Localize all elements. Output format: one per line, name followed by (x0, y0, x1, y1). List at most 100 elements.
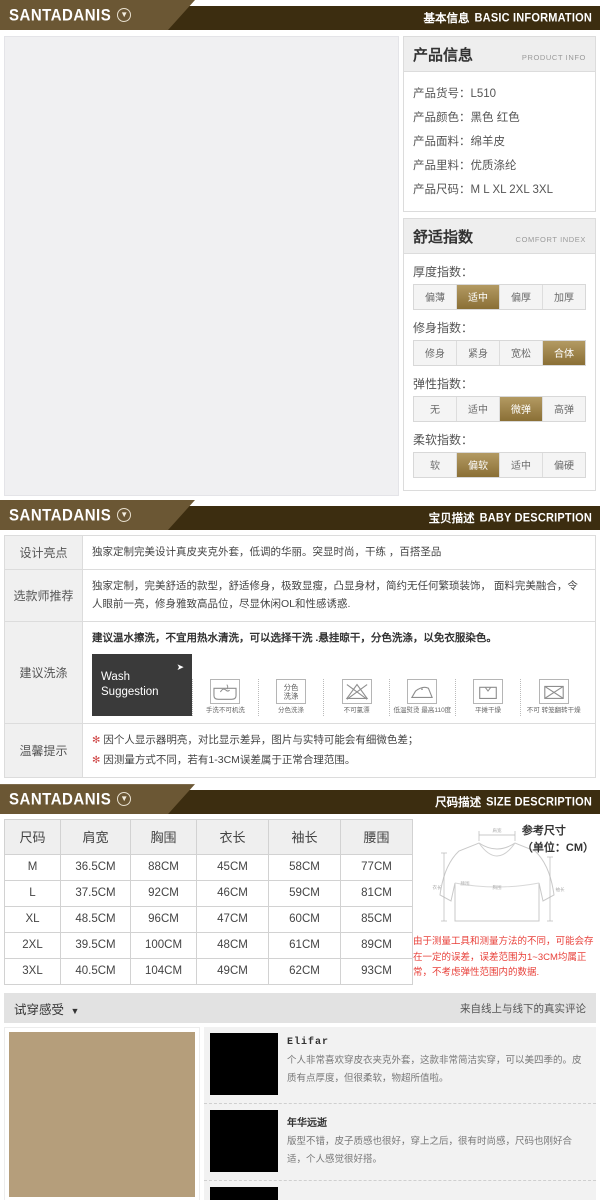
avatar (210, 1110, 278, 1173)
column-header-size: 尺码 (4, 819, 61, 856)
size-cell: 104CM (130, 958, 197, 986)
index-option[interactable]: 偏薄 (414, 285, 457, 309)
spec-value: 黑色 红色 (470, 112, 520, 124)
tip-line: ✻ 因个人显示器明亮，对比显示差异，图片与实特可能会有细微色差； (92, 731, 586, 751)
size-cell: M (4, 854, 61, 882)
index-option[interactable]: 适中 (457, 397, 500, 421)
wash-care-caption: 手洗不可机洗 (205, 707, 245, 715)
wash-care-caption: 不可 转笼翻转干燥 (526, 707, 581, 715)
reviews-title: 试穿感受 (14, 1002, 65, 1017)
index-option[interactable]: 修身 (414, 341, 457, 365)
index-label: 弹性指数： (413, 377, 474, 391)
spec-label: 产品里料： (413, 160, 471, 172)
section-title-en: SIZE DESCRIPTION (486, 795, 592, 809)
size-cell: 40.5CM (60, 958, 131, 986)
size-cell: 39.5CM (60, 932, 131, 960)
brand-tab[interactable]: SANTADANIS ▼ (0, 784, 195, 815)
spec-value: L510 (470, 88, 497, 100)
review-photo-fill (9, 1032, 195, 1198)
product-info-header: 产品信息 PRODUCT INFO (404, 37, 595, 72)
size-cell: 49CM (196, 958, 269, 986)
index-label: 柔软指数： (413, 433, 474, 447)
spec-value: 优质涤纶 (470, 160, 517, 172)
reviews-subtitle: 来自线上与线下的真实评论 (460, 1002, 586, 1015)
reviews-header[interactable]: 试穿感受 ▼ 来自线上与线下的真实评论 (4, 993, 596, 1024)
review-text-block: Elifar 个人非常喜欢穿皮衣夹克外套，这款非常简洁实穿，可以美四季的。皮质有… (287, 1033, 590, 1095)
reviews-body: Elifar 个人非常喜欢穿皮衣夹克外套，这款非常简洁实穿，可以美四季的。皮质有… (4, 1027, 596, 1200)
section-title-cn: 尺码描述 (435, 797, 482, 810)
size-section-body: 尺码 肩宽 胸围 衣长 袖长 腰围 M 36.5CM 88CM 45CM 58C… (4, 819, 596, 986)
index-option[interactable]: 无 (414, 397, 457, 421)
wash-care-item: 低温熨烫 最高110度 (389, 679, 455, 717)
index-option[interactable]: 宽松 (500, 341, 543, 365)
color-separate-wash-icon: 分色 洗涤 (276, 679, 306, 705)
wash-suggestion-button[interactable]: ➤ Wash Suggestion (92, 654, 192, 717)
spec-row: 产品货号：L510 (413, 81, 586, 105)
list-item: 年华远逝 版型不错，皮子质感也很好，穿上之后，很有时尚感，尺码也刚好合适，个人感… (204, 1104, 596, 1182)
brand-name: SANTADANIS (9, 5, 112, 25)
wash-care-caption: 平摊干燥 (475, 707, 502, 715)
wash-care-caption: 不可氯漂 (343, 707, 370, 715)
wash-care-item: 分色 洗涤 分色洗涤 (257, 679, 324, 717)
table-row: 建议洗涤 建议温水擦洗，不宜用热水清洗，可以选择干洗 .悬挂晾干，分色洗涤，以免… (4, 620, 596, 725)
index-option-selected[interactable]: 合体 (543, 341, 585, 365)
size-cell: 58CM (268, 854, 341, 882)
wash-lead-text: 建议温水擦洗，不宜用热水清洗，可以选择干洗 .悬挂晾干，分色洗涤，以免衣服染色。 (92, 631, 497, 644)
size-cell: 88CM (130, 854, 197, 882)
index-option-selected[interactable]: 微弹 (500, 397, 543, 421)
chevron-down-icon[interactable]: ▼ (117, 8, 132, 22)
brand-tab[interactable]: SANTADANIS ▼ (0, 0, 195, 30)
index-scale: 无 适中 微弹 高弹 (413, 396, 586, 422)
stylist-text: 独家定制，完美舒适的款型，舒适修身，极致显瘦，凸显身材，简约无任何繁琐装饰， 面… (82, 569, 596, 622)
index-option[interactable]: 高弹 (543, 397, 585, 421)
wash-care-item: 不可氯漂 (323, 679, 389, 717)
index-option[interactable]: 紧身 (457, 341, 500, 365)
section-title-baby-description: 宝贝描述 BABY DESCRIPTION (429, 506, 592, 530)
size-cell: 89CM (340, 932, 413, 960)
spec-row: 产品颜色：黑色 红色 (413, 105, 586, 129)
svg-text:衣长: 衣长 (433, 884, 442, 891)
tip-line: ✻ 因测量方式不同，若有1-3CM误差属于正常合理范围。 (92, 751, 586, 771)
chevron-down-icon[interactable]: ▼ (117, 792, 132, 807)
wash-care-item: 手洗不可机洗 (192, 679, 258, 717)
index-option[interactable]: 偏硬 (543, 453, 585, 477)
table-row: 设计亮点 独家定制完美设计真皮夹克外套，低调的华丽。突显时尚，干练 ，百搭圣品 (4, 535, 596, 570)
wash-cta-line2: Suggestion (101, 685, 159, 698)
size-cell: 100CM (130, 932, 197, 960)
size-cell: 60CM (268, 906, 341, 934)
caret-down-icon[interactable]: ▼ (71, 1006, 80, 1016)
tip-text: 因测量方式不同，若有1-3CM误差属于正常合理范围。 (103, 753, 356, 766)
brand-tab[interactable]: SANTADANIS ▼ (0, 500, 195, 530)
size-diagram-area: 肩宽 衣长 袖长 胸围 腰围 参考尺寸 （单位：CM） 由于测量工具和测量方法的… (413, 819, 596, 985)
brand-name: SANTADANIS (9, 789, 112, 809)
index-option-selected[interactable]: 适中 (457, 285, 500, 309)
index-option-selected[interactable]: 偏软 (457, 453, 500, 477)
index-option[interactable]: 加厚 (543, 285, 585, 309)
size-cell: 45CM (196, 854, 269, 882)
table-row: 2XL 39.5CM 100CM 48CM 61CM 89CM (4, 932, 413, 960)
wash-care-item: 平摊干燥 (454, 679, 521, 717)
size-cell: 61CM (268, 932, 341, 960)
chevron-down-icon[interactable]: ▼ (117, 508, 132, 522)
index-option[interactable]: 软 (414, 453, 457, 477)
section-title-en: BABY DESCRIPTION (479, 511, 592, 525)
wash-care-caption: 低温熨烫 最高110度 (393, 707, 452, 715)
low-temp-iron-icon (407, 679, 438, 705)
section-title-size-description: 尺码描述 SIZE DESCRIPTION (435, 790, 592, 814)
wash-cell: 建议温水擦洗，不宜用热水清洗，可以选择干洗 .悬挂晾干，分色洗涤，以免衣服染色。… (82, 620, 596, 725)
section-title-cn: 宝贝描述 (428, 513, 475, 525)
spec-row: 产品尺码：M L XL 2XL 3XL (413, 177, 586, 201)
section-banner-basic-info: SANTADANIS ▼ 基本信息 BASIC INFORMATION (0, 0, 600, 30)
tip-label: 温馨提示 (4, 723, 83, 779)
product-info-title-cn: 产品信息 (413, 47, 474, 64)
size-cell: 85CM (340, 906, 413, 934)
spec-row: 产品里料：优质涤纶 (413, 153, 586, 177)
size-cell: 37.5CM (60, 880, 131, 908)
product-detail-page: SANTADANIS ▼ 基本信息 BASIC INFORMATION 产品信息… (0, 0, 600, 1200)
table-row: 3XL 40.5CM 104CM 49CM 62CM 93CM (4, 958, 413, 986)
index-option[interactable]: 适中 (500, 453, 543, 477)
index-group-softness: 柔软指数： 软 偏软 适中 偏硬 (413, 431, 586, 478)
product-info-title-en: PRODUCT INFO (521, 53, 586, 62)
index-option[interactable]: 偏厚 (500, 285, 543, 309)
index-group-fit: 修身指数： 修身 紧身 宽松 合体 (413, 319, 586, 366)
